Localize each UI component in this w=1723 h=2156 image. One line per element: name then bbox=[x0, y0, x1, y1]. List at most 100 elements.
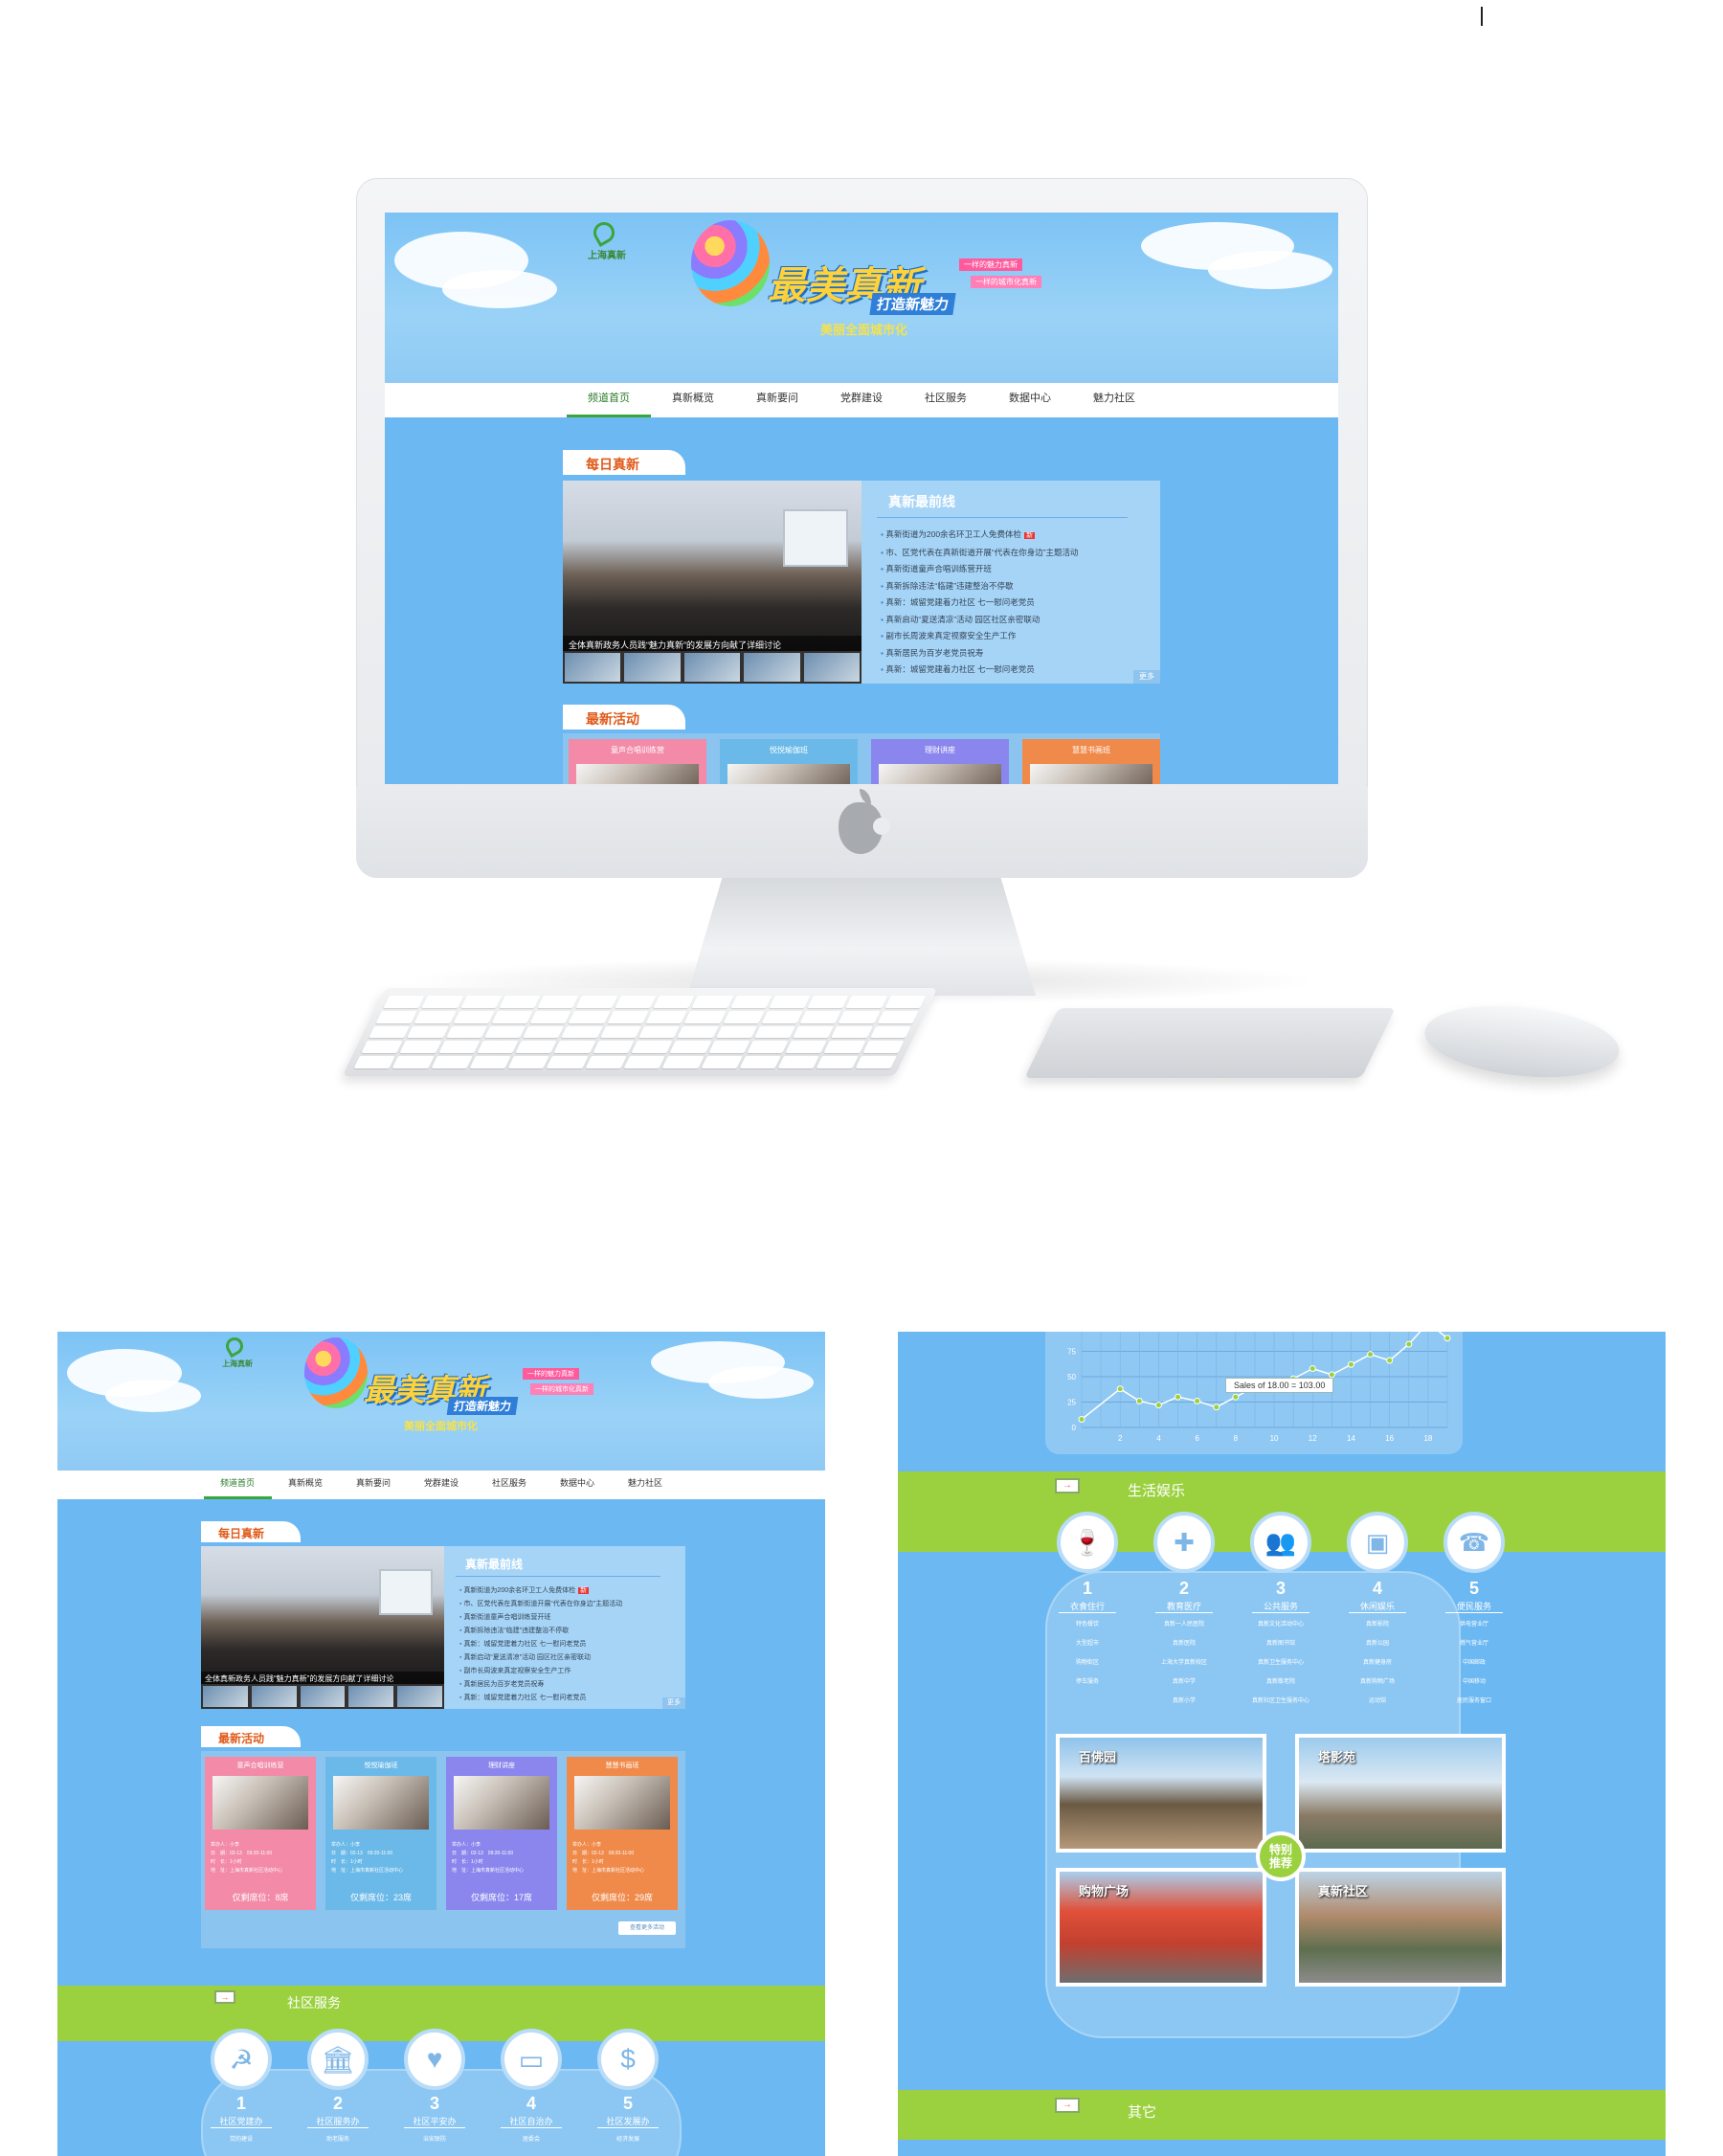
chart-point[interactable] bbox=[1135, 1397, 1143, 1404]
community-label[interactable]: 社区自治办 bbox=[501, 2115, 562, 2128]
news-item[interactable]: 真新：城留党建着力社区 七一慰问老党员 bbox=[459, 1638, 676, 1651]
community-label[interactable]: 社区平安办 bbox=[404, 2115, 465, 2128]
more-button[interactable]: 更多 bbox=[1133, 670, 1160, 684]
news-item[interactable]: 真新启动“夏送清凉”活动 园区社区亲密联动 bbox=[459, 1651, 676, 1665]
news-item[interactable]: 真新：城留党建着力社区 七一慰问老党员 bbox=[459, 1692, 676, 1705]
activity-card[interactable]: 悦悦瑜伽班 举办人：小李日 期：02-13 09:20-11:00 时 长：1小时地… bbox=[325, 1757, 436, 1910]
site-logo[interactable]: 上海真新 bbox=[588, 247, 626, 261]
money-icon[interactable]: $ bbox=[597, 2029, 659, 2090]
news-item[interactable]: 市、区党代表在真新街道开展“代表在你身边”主题活动 bbox=[881, 545, 1149, 562]
photo-thumb[interactable] bbox=[624, 653, 681, 682]
chart-point[interactable] bbox=[1194, 1397, 1201, 1404]
place-card-1[interactable]: 百佛园 bbox=[1056, 1734, 1266, 1853]
recommend-badge[interactable]: 特别推荐 bbox=[1256, 1831, 1306, 1881]
life-category-label[interactable]: 公共服务 bbox=[1252, 1600, 1309, 1613]
photo-thumb[interactable] bbox=[803, 653, 861, 682]
bank-icon[interactable]: 🏛 bbox=[307, 2029, 369, 2090]
chart-point[interactable] bbox=[1232, 1393, 1240, 1401]
activity-card[interactable]: 童声合唱训练营 bbox=[569, 739, 706, 784]
activity-card[interactable]: 悦悦瑜伽班 bbox=[720, 739, 858, 784]
heart-icon[interactable]: ♥ bbox=[404, 2029, 465, 2090]
nav-item-6[interactable]: 魅力社区 bbox=[1072, 383, 1156, 417]
community-label[interactable]: 社区发展办 bbox=[597, 2115, 659, 2128]
nav-item-6[interactable]: 魅力社区 bbox=[612, 1471, 680, 1499]
photo-thumb[interactable] bbox=[565, 653, 621, 682]
life-link[interactable]: 运动馆 bbox=[1335, 1696, 1420, 1704]
life-link[interactable]: 大型超市 bbox=[1045, 1638, 1130, 1647]
tv-icon[interactable]: ▣ bbox=[1347, 1512, 1408, 1573]
news-item[interactable]: 真新：城留党建着力社区 七一慰问老党员 bbox=[881, 662, 1149, 679]
photo-thumb[interactable] bbox=[744, 653, 800, 682]
life-link[interactable]: 真新健身房 bbox=[1335, 1657, 1420, 1666]
life-link[interactable]: 真新小学 bbox=[1142, 1696, 1226, 1704]
sofa-icon[interactable]: ▭ bbox=[501, 2029, 562, 2090]
nav-item-0[interactable]: 频道首页 bbox=[203, 1471, 272, 1499]
daily-photo[interactable]: 全体真新政务人员践“魅力真新”的发展方向献了详细讨论 bbox=[201, 1546, 444, 1684]
life-link[interactable]: 真新影院 bbox=[1335, 1619, 1420, 1628]
nav-item-4[interactable]: 社区服务 bbox=[904, 383, 988, 417]
life-link[interactable]: 真新社区卫生服务中心 bbox=[1239, 1696, 1323, 1704]
nav-item-2[interactable]: 真新要问 bbox=[735, 383, 819, 417]
life-category-label[interactable]: 休闲娱乐 bbox=[1349, 1600, 1406, 1613]
community-label[interactable]: 社区服务办 bbox=[307, 2115, 369, 2128]
life-link[interactable]: 特色餐饮 bbox=[1045, 1619, 1130, 1628]
life-link[interactable]: 真新一人民医院 bbox=[1142, 1619, 1226, 1628]
life-link[interactable]: 上海大学真新校区 bbox=[1142, 1657, 1226, 1666]
more-activities-button[interactable]: 查看更多活动 bbox=[618, 1921, 676, 1935]
chart-point[interactable] bbox=[1328, 1371, 1335, 1379]
chart-point[interactable] bbox=[1309, 1365, 1316, 1373]
community-link[interactable]: 助老服务 bbox=[307, 2134, 369, 2143]
medkit-icon[interactable]: ✚ bbox=[1153, 1512, 1215, 1573]
wineglass-icon[interactable]: 🍷 bbox=[1057, 1512, 1118, 1573]
news-item[interactable]: 真新启动“夏送清凉”活动 园区社区亲密联动 bbox=[881, 612, 1149, 629]
photo-thumb[interactable] bbox=[251, 1686, 297, 1707]
nav-item-3[interactable]: 党群建设 bbox=[819, 383, 904, 417]
activity-card[interactable]: 慧慧书画班 bbox=[1022, 739, 1160, 784]
life-link[interactable]: 购物街区 bbox=[1045, 1657, 1130, 1666]
party-icon[interactable]: ☭ bbox=[211, 2029, 272, 2090]
activity-card[interactable]: 慧慧书画班 举办人：小李日 期：02-13 09:20-11:00 时 长：1小时地… bbox=[567, 1757, 678, 1910]
news-item[interactable]: 副市长周波来真定视察安全生产工作 bbox=[881, 628, 1149, 645]
news-item[interactable]: 真新拆除违法“临建”违建整治不停歇 bbox=[881, 578, 1149, 595]
life-link[interactable]: 真新图书馆 bbox=[1239, 1638, 1323, 1647]
nav-item-5[interactable]: 数据中心 bbox=[988, 383, 1072, 417]
life-link[interactable]: 真新医院 bbox=[1142, 1638, 1226, 1647]
nav-item-5[interactable]: 数据中心 bbox=[544, 1471, 612, 1499]
more-button[interactable]: 更多 bbox=[662, 1697, 685, 1709]
photo-thumb[interactable] bbox=[348, 1686, 394, 1707]
life-link[interactable]: 真新卫生服务中心 bbox=[1239, 1657, 1323, 1666]
nav-item-1[interactable]: 真新概览 bbox=[651, 383, 735, 417]
news-item[interactable]: 真新居民为百岁老党员祝寿 bbox=[459, 1678, 676, 1692]
life-link[interactable]: 供电营业厅 bbox=[1432, 1619, 1516, 1628]
nav-item-0[interactable]: 频道首页 bbox=[567, 383, 651, 417]
nav-item-1[interactable]: 真新概览 bbox=[272, 1471, 340, 1499]
activity-card[interactable]: 理财讲座 bbox=[871, 739, 1009, 784]
site-logo[interactable]: 上海真新 bbox=[222, 1359, 253, 1369]
life-category-label[interactable]: 衣食住行 bbox=[1059, 1600, 1116, 1613]
phone-icon[interactable]: ☎ bbox=[1443, 1512, 1505, 1573]
news-item[interactable]: 真新街道童声合唱训练营开班 bbox=[459, 1611, 676, 1625]
nav-item-2[interactable]: 真新要问 bbox=[340, 1471, 408, 1499]
community-link[interactable]: 党的建设 bbox=[211, 2134, 272, 2143]
activity-card[interactable]: 理财讲座 举办人：小李日 期：02-13 09:20-11:00 时 长：1小时地 … bbox=[446, 1757, 557, 1910]
life-link[interactable]: 居民服务窗口 bbox=[1432, 1696, 1516, 1704]
community-link[interactable]: 居委会 bbox=[501, 2134, 562, 2143]
life-link[interactable]: 真新文化活动中心 bbox=[1239, 1619, 1323, 1628]
chart-point[interactable] bbox=[1078, 1416, 1085, 1424]
news-item[interactable]: 真新街道童声合唱训练营开班 bbox=[881, 561, 1149, 578]
chart-point[interactable] bbox=[1443, 1335, 1451, 1342]
life-link[interactable]: 真新中学 bbox=[1142, 1676, 1226, 1685]
life-link[interactable]: 中国邮政 bbox=[1432, 1657, 1516, 1666]
place-card-3[interactable]: 购物广场 bbox=[1056, 1868, 1266, 1987]
photo-thumb[interactable] bbox=[397, 1686, 442, 1707]
photo-thumb[interactable] bbox=[683, 653, 741, 682]
activity-card[interactable]: 童声合唱训练营 举办人：小李日 期：02-13 09:20-11:00 时 长：1小… bbox=[205, 1757, 316, 1910]
life-link[interactable]: 真新敬老院 bbox=[1239, 1676, 1323, 1685]
news-item[interactable]: 市、区党代表在真新街道开展“代表在你身边”主题活动 bbox=[459, 1598, 676, 1611]
news-item[interactable]: 真新拆除违法“临建”违建整治不停歇 bbox=[459, 1625, 676, 1638]
chart-point[interactable] bbox=[1347, 1360, 1354, 1368]
news-item[interactable]: 真新街道为200余名环卫工人免费体检新 bbox=[459, 1584, 676, 1598]
news-item[interactable]: 副市长周波来真定视察安全生产工作 bbox=[459, 1665, 676, 1678]
place-card-4[interactable]: 真新社区 bbox=[1295, 1868, 1506, 1987]
photo-thumb[interactable] bbox=[300, 1686, 346, 1707]
